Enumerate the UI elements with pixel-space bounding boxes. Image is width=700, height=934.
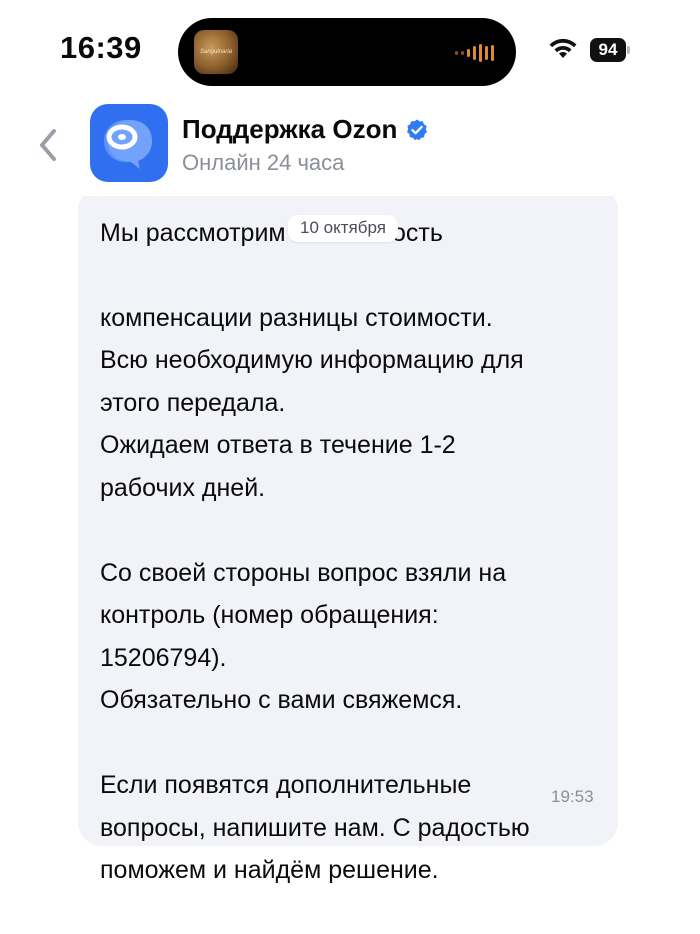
back-button[interactable]: [30, 122, 66, 168]
date-chip: 10 октября: [288, 215, 398, 242]
chat-subtitle: Онлайн 24 часа: [182, 150, 345, 175]
chat-title[interactable]: Поддержка Ozon: [182, 114, 429, 145]
chat-title-text: Поддержка Ozon: [182, 114, 398, 144]
avatar[interactable]: [90, 104, 168, 182]
message-body: компенсации разницы стоимости. Всю необх…: [100, 303, 530, 885]
message-text: Мы рассмотрим возможность компенсации ра…: [100, 169, 600, 934]
status-time: 16:39: [60, 30, 142, 65]
audio-waveform-icon: [455, 44, 494, 62]
support-chat-logo-icon: [104, 120, 152, 169]
battery-level: 94: [590, 38, 626, 62]
chevron-left-icon: [40, 129, 56, 161]
wifi-icon: [549, 38, 577, 58]
message-time: 19:53: [551, 787, 594, 806]
battery-icon: 94: [590, 38, 630, 62]
verified-check-icon: [407, 119, 428, 140]
now-playing-art-text: Sanguinaria: [199, 49, 233, 55]
battery-tip: [627, 46, 630, 54]
dynamic-island[interactable]: Sanguinaria: [178, 18, 516, 86]
now-playing-artwork: Sanguinaria: [194, 30, 238, 74]
